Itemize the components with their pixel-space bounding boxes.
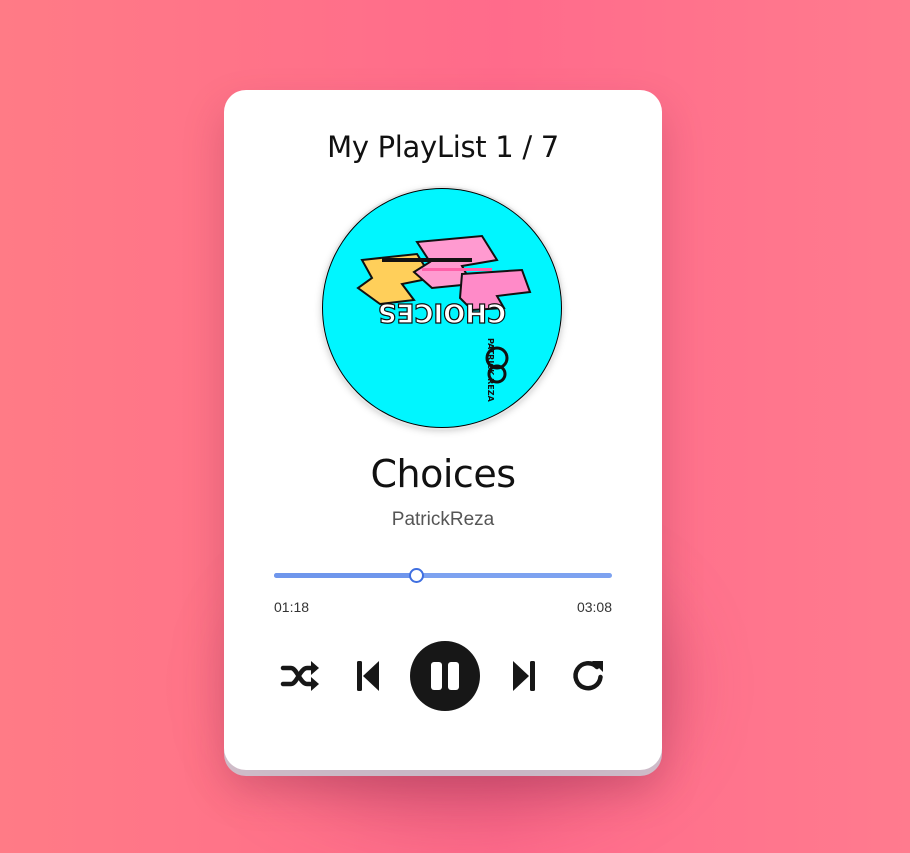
current-time: 01:18 — [274, 599, 310, 615]
artist-name: PatrickReza — [391, 509, 495, 530]
repeat-button[interactable] — [568, 656, 608, 696]
cover-logo-text: PATRICK REZA — [486, 338, 495, 403]
playback-controls — [224, 641, 662, 711]
skip-previous-icon — [357, 661, 379, 691]
pause-button[interactable] — [410, 641, 480, 711]
previous-button[interactable] — [352, 656, 384, 696]
repeat-icon — [573, 661, 603, 691]
album-cover: CHOICES PATRICK REZA — [322, 188, 562, 428]
playlist-label: My PlayList — [327, 130, 487, 164]
total-time: 03:08 — [576, 599, 612, 615]
song-title: Choices — [370, 452, 517, 496]
shuffle-icon — [280, 661, 319, 691]
cover-art-text: CHOICES — [378, 297, 506, 327]
skip-next-icon — [513, 661, 535, 691]
music-player-card: My PlayList 1 / 7 CHOICES PATRICK REZA C… — [224, 90, 662, 770]
playlist-header: My PlayList 1 / 7 — [224, 130, 662, 164]
progress-fill — [274, 573, 416, 578]
track-position: 1 / 7 — [495, 130, 559, 164]
progress-thumb[interactable] — [408, 568, 424, 583]
next-button[interactable] — [508, 656, 540, 696]
shuffle-button[interactable] — [278, 656, 322, 696]
progress-slider[interactable] — [274, 568, 612, 584]
pause-icon — [431, 662, 459, 690]
